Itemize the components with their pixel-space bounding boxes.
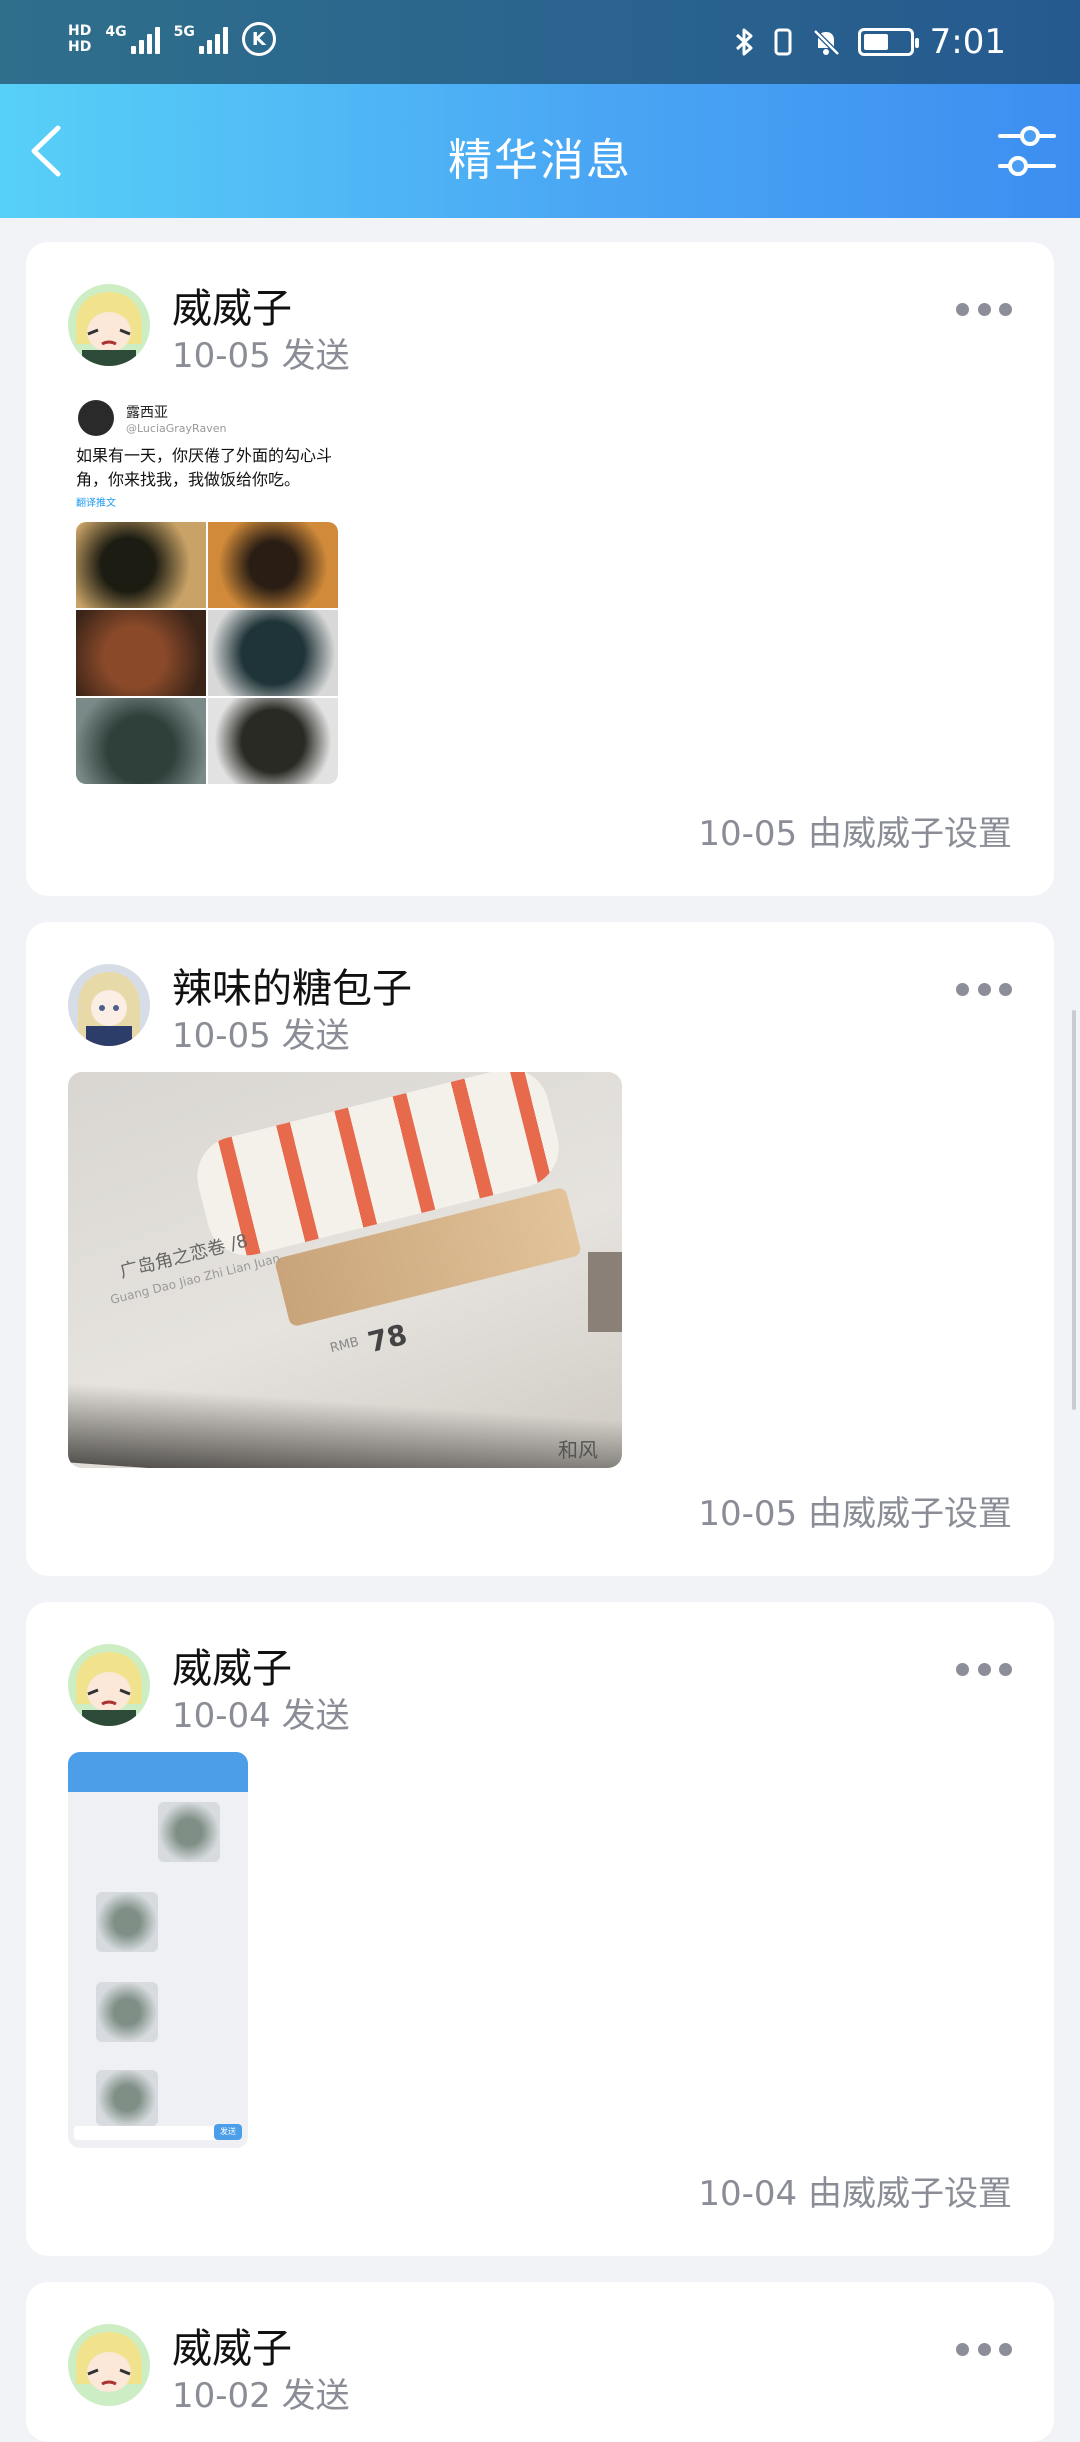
dot-icon xyxy=(956,302,969,316)
sticker xyxy=(158,1802,220,1862)
screenshot-header xyxy=(68,1752,248,1792)
network-type-2: 5G xyxy=(173,24,195,40)
image-thumbnail[interactable]: 广岛角之恋卷 /8 Guang Dao Jiao Zhi Lian Juan R… xyxy=(68,1072,622,1468)
more-options-button[interactable] xyxy=(956,1658,1012,1680)
sent-time: 10-05 发送 xyxy=(172,336,350,376)
filter-button[interactable] xyxy=(996,120,1058,182)
more-options-button[interactable] xyxy=(956,298,1012,320)
sticker xyxy=(96,1982,158,2042)
bluetooth-icon xyxy=(735,28,753,56)
sent-time: 10-02 发送 xyxy=(172,2376,350,2416)
dot-icon xyxy=(977,1662,991,1676)
hd-label-2: HD xyxy=(68,39,92,55)
essence-card[interactable]: 威威子 10-02 发送 xyxy=(26,2282,1054,2442)
dot-icon xyxy=(977,2342,991,2356)
dot-icon xyxy=(999,302,1012,316)
anime-avatar-icon xyxy=(68,964,150,1046)
screenshot-send-button: 发送 xyxy=(214,2124,242,2140)
dot-icon xyxy=(956,982,969,996)
anime-avatar-icon xyxy=(68,2324,150,2406)
price-label: RMB xyxy=(328,1334,361,1357)
avatar[interactable] xyxy=(68,964,150,1046)
food-photo xyxy=(76,522,206,608)
dot-icon xyxy=(999,982,1012,996)
title-bar: 精华消息 xyxy=(0,84,1080,218)
author-name: 威威子 xyxy=(172,2326,292,2372)
set-by-info: 10-05 由威威子设置 xyxy=(698,1494,1012,1534)
author-name: 威威子 xyxy=(172,1646,292,1692)
signal-bars-icon xyxy=(198,24,228,54)
sticker xyxy=(96,2070,158,2126)
vibrate-icon xyxy=(774,28,792,56)
food-photo-grid xyxy=(76,522,338,784)
avatar[interactable] xyxy=(68,1644,150,1726)
dot-icon xyxy=(956,2342,969,2356)
page-title: 精华消息 xyxy=(448,135,632,186)
k-app-icon: K xyxy=(241,22,276,56)
signal-1: 4G xyxy=(105,24,160,54)
dot-icon xyxy=(977,982,991,996)
essence-card[interactable]: 辣味的糖包子 10-05 发送 广岛角之恋卷 /8 Guang Dao Jiao… xyxy=(26,922,1054,1576)
status-right: 7:01 xyxy=(734,22,1006,62)
mute-bell-icon xyxy=(812,29,840,56)
dot-icon xyxy=(999,2342,1012,2356)
status-bar: HD HD 4G 5G K 7:01 xyxy=(0,0,1080,84)
set-by-info: 10-05 由威威子设置 xyxy=(698,814,1012,854)
food-photo xyxy=(208,522,338,608)
clock: 7:01 xyxy=(929,22,1006,62)
avatar[interactable] xyxy=(68,284,150,366)
sent-time: 10-05 发送 xyxy=(172,1016,350,1056)
scrollbar[interactable] xyxy=(1072,1010,1076,1410)
food-photo xyxy=(208,698,338,784)
food-photo xyxy=(76,610,206,696)
tweet-avatar xyxy=(78,400,114,436)
more-options-button[interactable] xyxy=(956,2338,1012,2360)
menu-photo-edge xyxy=(588,1252,622,1332)
dot-icon xyxy=(956,1662,969,1676)
set-by-info: 10-04 由威威子设置 xyxy=(698,2174,1012,2214)
tweet-text: 如果有一天，你厌倦了外面的勾心斗角，你来找我，我做饭给你吃。 xyxy=(76,446,333,489)
price-value: 78 xyxy=(364,1317,411,1360)
hd-label-1: HD xyxy=(68,23,92,39)
sliders-icon xyxy=(998,126,1056,176)
sent-time: 10-04 发送 xyxy=(172,1696,350,1736)
image-thumbnail[interactable]: 发送 xyxy=(68,1752,248,2148)
author-name: 威威子 xyxy=(172,286,292,332)
translate-link: 翻译推文 xyxy=(76,498,116,509)
more-options-button[interactable] xyxy=(956,978,1012,1000)
network-type-1: 4G xyxy=(105,24,127,40)
dot-icon xyxy=(999,1662,1012,1676)
table-shadow xyxy=(68,1382,622,1468)
anime-avatar-icon xyxy=(68,1644,150,1726)
signal-bars-icon xyxy=(130,24,160,54)
image-thumbnail[interactable]: 露西亚 @LuciaGrayRaven 如果有一天，你厌倦了外面的勾心斗角，你来… xyxy=(68,392,338,792)
tweet-name: 露西亚 xyxy=(126,405,168,421)
tweet-handle: @LuciaGrayRaven xyxy=(126,422,227,435)
essence-card[interactable]: 威威子 10-05 发送 露西亚 @LuciaGrayRaven 如果有一天，你… xyxy=(26,242,1054,896)
avatar[interactable] xyxy=(68,2324,150,2406)
hd-indicator: HD HD xyxy=(68,23,91,55)
food-photo xyxy=(208,610,338,696)
anime-avatar-icon xyxy=(68,284,150,366)
author-name: 辣味的糖包子 xyxy=(172,966,412,1012)
battery-icon xyxy=(857,28,919,56)
dot-icon xyxy=(977,302,991,316)
status-left: HD HD 4G 5G K xyxy=(68,22,276,56)
sticker xyxy=(96,1892,158,1952)
signal-2: 5G xyxy=(174,24,228,54)
essence-card[interactable]: 威威子 10-04 发送 发送 10-04 由威威子设置 xyxy=(26,1602,1054,2256)
food-photo xyxy=(76,698,206,784)
corner-text: 和风 xyxy=(558,1438,598,1462)
